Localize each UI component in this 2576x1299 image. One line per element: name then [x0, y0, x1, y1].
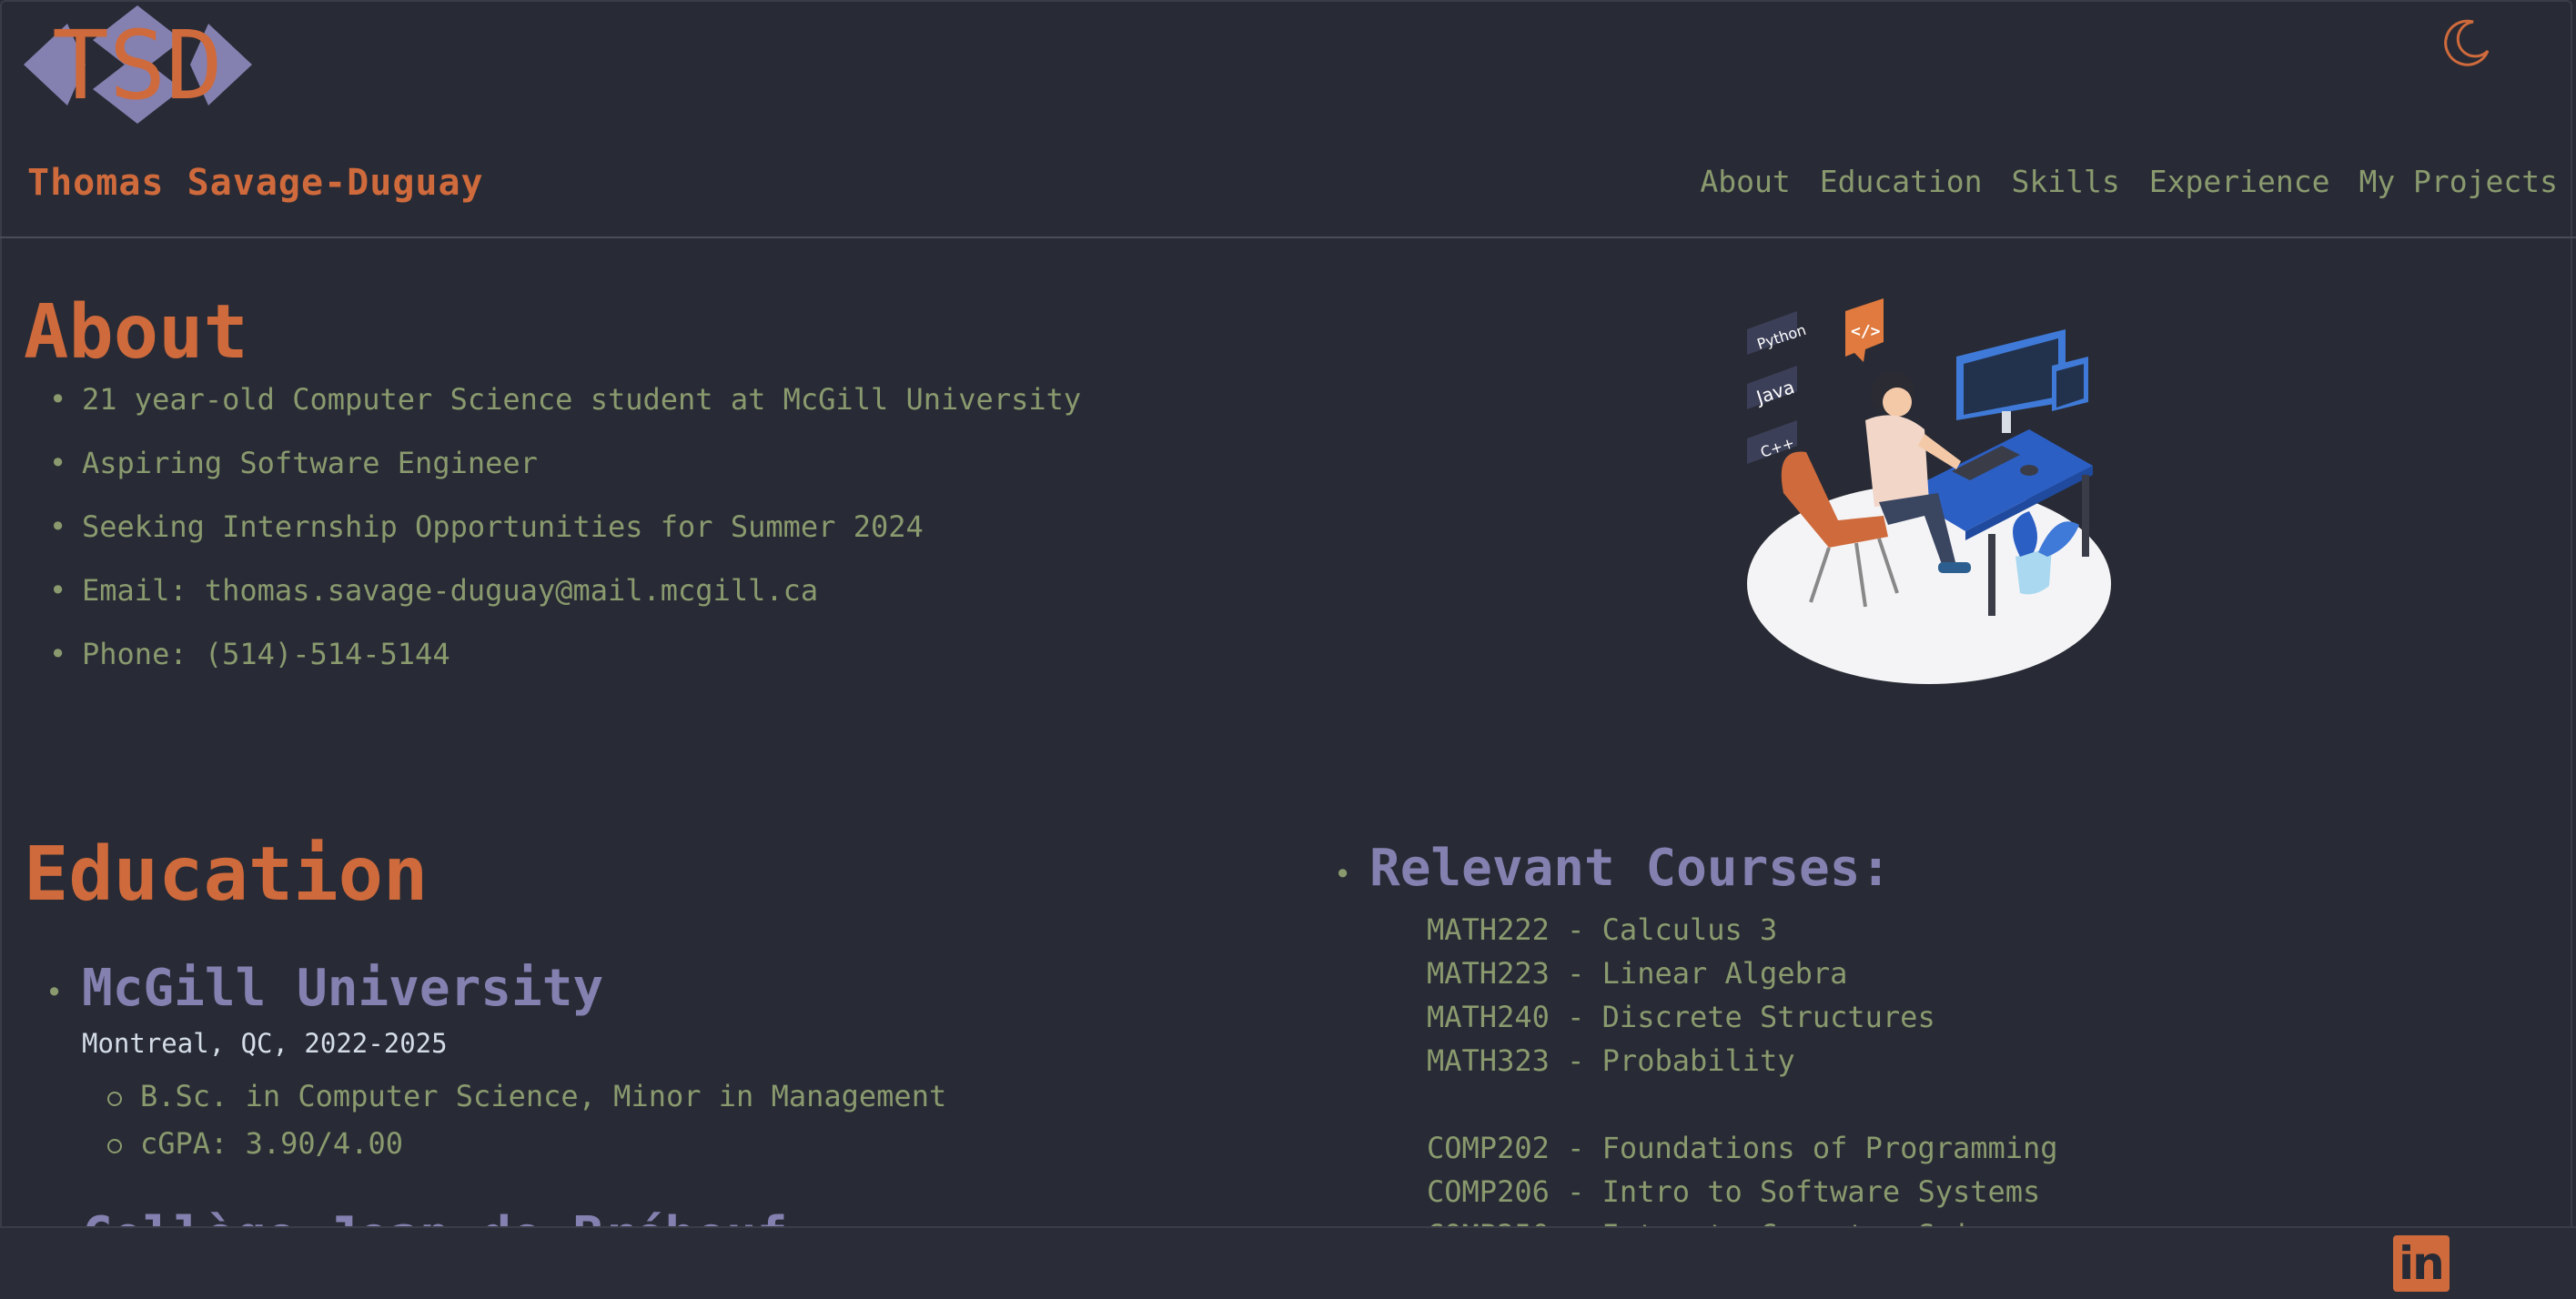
second-school-name: Collège Jean-de-Brébeuf [82, 1206, 787, 1226]
course-item: MATH223 - Linear Algebra [1427, 956, 1848, 991]
developer-illustration: Python Java C++ </> [1729, 293, 2129, 693]
course-gap [1427, 1082, 2058, 1126]
about-item-aspiration: Aspiring Software Engineer [49, 446, 1081, 480]
tsd-logo[interactable]: TSD [22, 4, 254, 126]
main-content[interactable]: About 21 year-old Computer Science stude… [0, 238, 2576, 1226]
footer [0, 1226, 2576, 1299]
relevant-courses-heading: Relevant Courses: [1369, 839, 1892, 898]
moon-icon[interactable] [2439, 15, 2493, 69]
university-name: McGill University [82, 959, 604, 1018]
about-item-phone: Phone: (514)-514-5144 [49, 637, 1081, 671]
university-details: B.Sc. in Computer Science, Minor in Mana… [106, 1079, 947, 1173]
education-heading: Education [24, 831, 429, 918]
logo-graphic: TSD [24, 5, 252, 124]
courses-bullet: • [1334, 857, 1352, 891]
course-item: MATH222 - Calculus 3 [1427, 912, 1778, 947]
nav-link-my-projects[interactable]: My Projects [2359, 164, 2558, 199]
course-item: MATH323 - Probability [1427, 1043, 1795, 1078]
about-item-student: 21 year-old Computer Science student at … [49, 382, 1081, 417]
degree-item: B.Sc. in Computer Science, Minor in Mana… [106, 1079, 947, 1113]
nav-link-about[interactable]: About [1700, 164, 1790, 199]
about-heading: About [24, 289, 248, 376]
courses-list: MATH222 - Calculus 3 MATH223 - Linear Al… [1427, 908, 2058, 1226]
about-item-internship: Seeking Internship Opportunities for Sum… [49, 509, 1081, 544]
about-item-email: Email: thomas.savage-duguay@mail.mcgill.… [49, 573, 1081, 608]
university-location: Montreal, QC, 2022-2025 [82, 1028, 448, 1059]
university-bullet: • [45, 975, 64, 1010]
logo-text: TSD [52, 10, 223, 121]
course-item: COMP206 - Intro to Software Systems [1427, 1174, 2041, 1209]
gpa-item: cGPA: 3.90/4.00 [106, 1126, 946, 1161]
main-nav: About Education Skills Experience My Pro… [1700, 164, 2558, 199]
course-item: COMP202 - Foundations of Programming [1427, 1131, 2058, 1165]
tag-code: </> [1851, 322, 1881, 341]
course-item: MATH240 - Discrete Structures [1427, 1000, 1935, 1034]
linkedin-icon[interactable]: in [2393, 1235, 2450, 1292]
course-item: COMP250 - Intro to Computer Science [1427, 1213, 2058, 1226]
nav-link-experience[interactable]: Experience [2149, 164, 2330, 199]
nav-link-education[interactable]: Education [1820, 164, 1983, 199]
site-owner-name[interactable]: Thomas Savage-Duguay [27, 162, 484, 204]
nav-link-skills[interactable]: Skills [2012, 164, 2120, 199]
about-list: 21 year-old Computer Science student at … [49, 382, 1081, 700]
linkedin-icon-text: in [2399, 1237, 2445, 1290]
